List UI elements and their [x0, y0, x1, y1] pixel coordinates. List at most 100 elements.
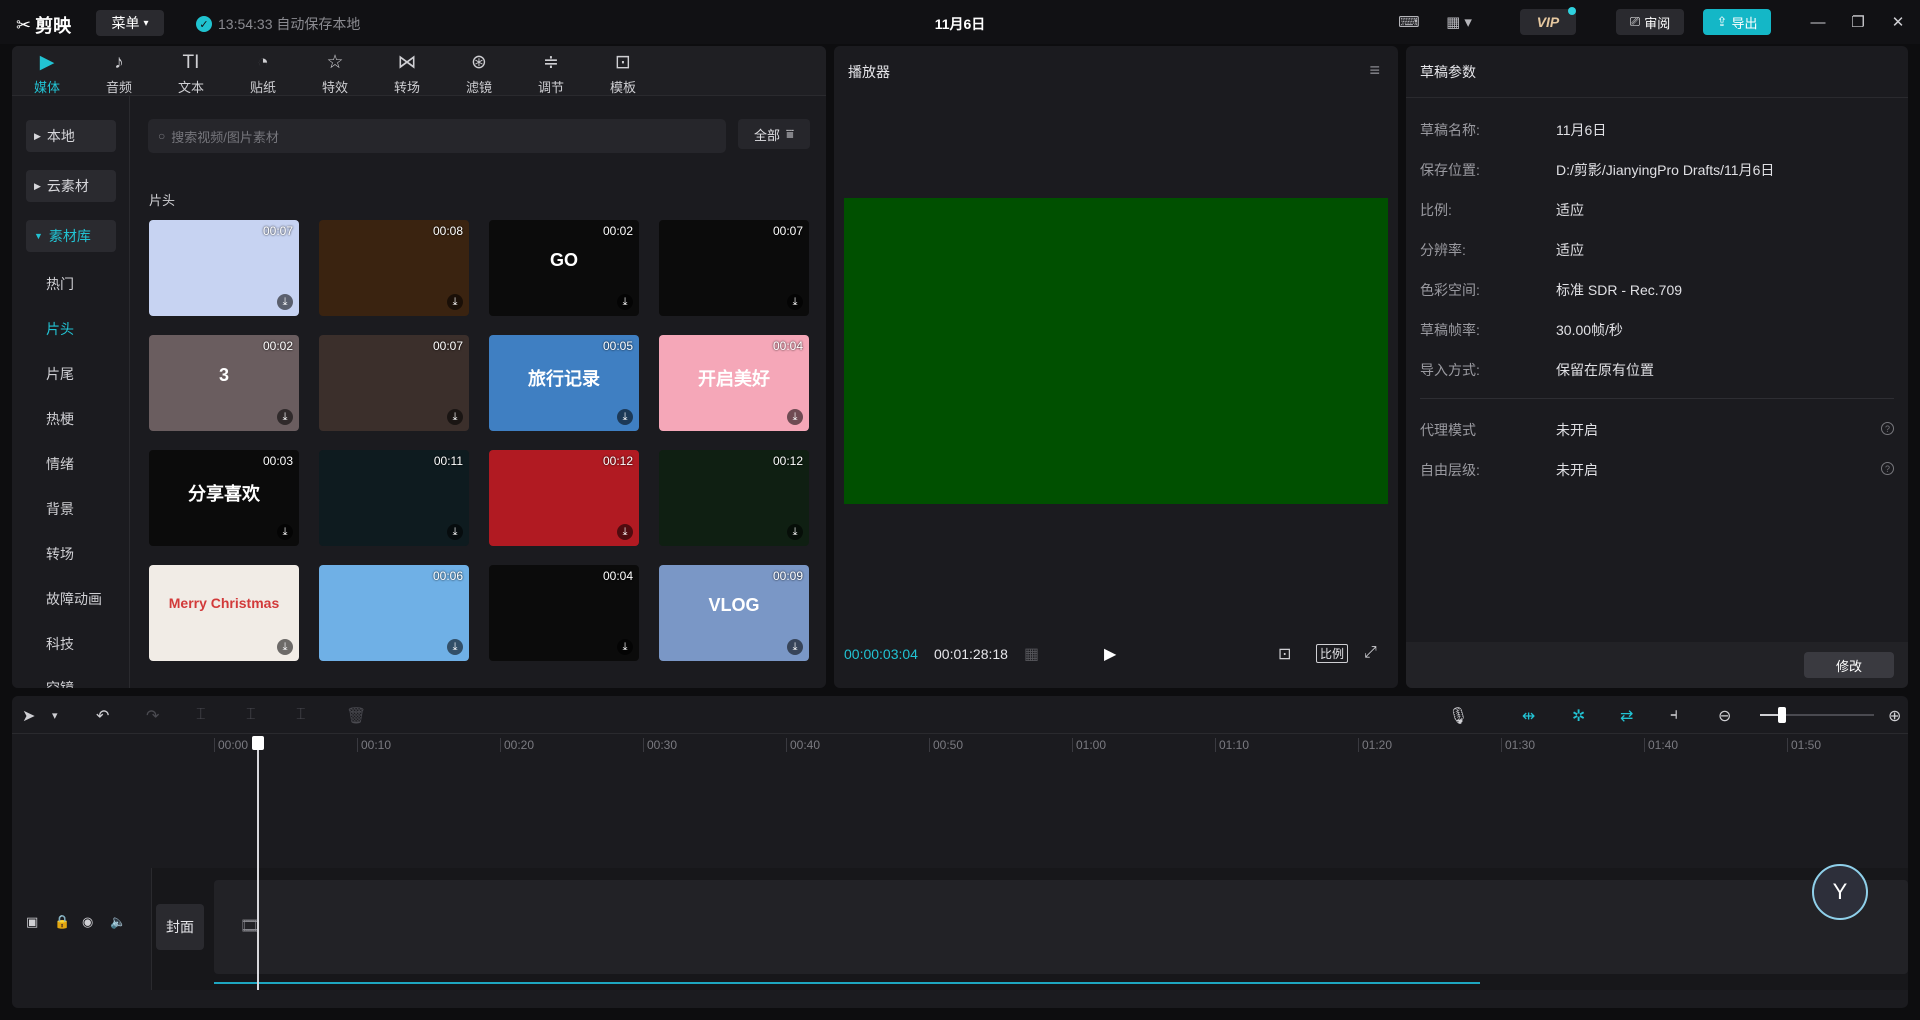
- download-icon[interactable]: ⤓: [787, 524, 803, 540]
- search-input[interactable]: ○ 搜索视频/图片素材: [148, 119, 726, 153]
- split-left-icon[interactable]: ⌶: [246, 706, 256, 724]
- help-icon[interactable]: ?: [1881, 462, 1894, 475]
- preview-axis-icon[interactable]: ⫞: [1670, 706, 1678, 724]
- preview-canvas[interactable]: [844, 198, 1388, 504]
- tab-text[interactable]: TI 文本: [166, 52, 216, 96]
- menu-button[interactable]: 菜单 ▾: [96, 10, 164, 36]
- media-thumbnail[interactable]: Merry Christmas ⤓: [149, 565, 299, 661]
- close-icon[interactable]: ✕: [1888, 12, 1908, 32]
- sidebar-group-cloud[interactable]: ▶ 云素材: [26, 170, 116, 202]
- tab-media[interactable]: ▶ 媒体: [22, 52, 72, 96]
- media-thumbnail[interactable]: VLOG 00:09 ⤓: [659, 565, 809, 661]
- zoom-out-icon[interactable]: ⊖: [1718, 706, 1731, 726]
- tab-audio[interactable]: ♪ 音频: [94, 52, 144, 96]
- media-thumbnail[interactable]: 00:12 ⤓: [659, 450, 809, 546]
- filter-button[interactable]: 全部 ⩸: [738, 119, 810, 149]
- eye-icon[interactable]: ◉: [82, 914, 93, 930]
- download-icon[interactable]: ⤓: [617, 409, 633, 425]
- modify-button[interactable]: 修改: [1804, 652, 1894, 678]
- cover-button[interactable]: 封面: [156, 904, 204, 950]
- linkage-icon[interactable]: ⇄: [1620, 706, 1633, 726]
- sidebar-item-transition[interactable]: 转场: [46, 544, 74, 564]
- tab-sticker[interactable]: ◔ 贴纸: [238, 52, 288, 96]
- fullscreen-icon[interactable]: ⤢: [1364, 644, 1377, 662]
- playhead-line[interactable]: [257, 738, 259, 990]
- speaker-icon[interactable]: 🔈: [110, 914, 126, 930]
- screenshot-icon[interactable]: ⊡: [1278, 644, 1291, 664]
- keyboard-icon[interactable]: ⌨: [1396, 12, 1422, 32]
- delete-icon[interactable]: 🗑: [346, 706, 366, 726]
- download-icon[interactable]: ⤓: [787, 409, 803, 425]
- track-type-icon[interactable]: ▣: [26, 914, 38, 930]
- download-icon[interactable]: ⤓: [617, 294, 633, 310]
- assistant-floating-button[interactable]: Y: [1812, 864, 1868, 920]
- media-thumbnail[interactable]: GO 00:02 ⤓: [489, 220, 639, 316]
- media-thumbnail[interactable]: 00:11 ⤓: [319, 450, 469, 546]
- sidebar-group-local[interactable]: ▶ 本地: [26, 120, 116, 152]
- tab-effects[interactable]: ☆ 特效: [310, 52, 360, 96]
- zoom-in-icon[interactable]: ⊕: [1888, 706, 1901, 726]
- split-icon[interactable]: ⌶: [196, 706, 206, 724]
- timeline-grid-icon[interactable]: ▦: [1024, 644, 1039, 664]
- media-thumbnail[interactable]: 旅行记录 00:05 ⤓: [489, 335, 639, 431]
- select-tool-icon[interactable]: ➤: [22, 706, 35, 726]
- tab-template[interactable]: ⊡ 模板: [598, 52, 648, 96]
- zoom-slider-handle[interactable]: [1778, 707, 1786, 723]
- download-icon[interactable]: ⤓: [787, 639, 803, 655]
- download-icon[interactable]: ⤓: [617, 639, 633, 655]
- export-button[interactable]: ⇪ 导出: [1703, 9, 1771, 35]
- restore-icon[interactable]: ❐: [1848, 12, 1868, 32]
- download-icon[interactable]: ⤓: [277, 639, 293, 655]
- download-icon[interactable]: ⤓: [787, 294, 803, 310]
- sidebar-item-memes[interactable]: 热梗: [46, 409, 74, 429]
- main-track-lane[interactable]: 🎞: [214, 880, 1908, 974]
- sidebar-item-empty-shot[interactable]: 空镜: [46, 678, 74, 688]
- minimize-icon[interactable]: —: [1808, 12, 1828, 32]
- chevron-down-icon[interactable]: ▾: [52, 709, 58, 722]
- media-thumbnail[interactable]: 00:06 ⤓: [319, 565, 469, 661]
- layout-icon[interactable]: ▦ ▾: [1438, 12, 1480, 32]
- sidebar-item-intro[interactable]: 片头: [46, 319, 74, 339]
- split-right-icon[interactable]: ⌶: [296, 706, 306, 724]
- undo-icon[interactable]: ↶: [96, 706, 109, 726]
- auto-snap-icon[interactable]: ✲: [1572, 706, 1585, 726]
- redo-icon[interactable]: ↷: [146, 706, 159, 726]
- sidebar-item-background[interactable]: 背景: [46, 499, 74, 519]
- media-thumbnail[interactable]: 分享喜欢 00:03 ⤓: [149, 450, 299, 546]
- media-thumbnail[interactable]: 开启美好 00:04 ⤓: [659, 335, 809, 431]
- media-thumbnail[interactable]: 3 00:02 ⤓: [149, 335, 299, 431]
- tab-adjust[interactable]: ≑ 调节: [526, 52, 576, 96]
- play-button[interactable]: ▶: [1104, 644, 1116, 664]
- sidebar-item-tech[interactable]: 科技: [46, 634, 74, 654]
- lock-icon[interactable]: 🔒: [54, 914, 70, 930]
- media-thumbnail[interactable]: 00:04 ⤓: [489, 565, 639, 661]
- sidebar-item-outro[interactable]: 片尾: [46, 364, 74, 384]
- help-icon[interactable]: ?: [1881, 422, 1894, 435]
- media-thumbnail[interactable]: 00:08 ⤓: [319, 220, 469, 316]
- time-ruler[interactable]: 00:00 00:10 00:20 00:30 00:40 00:50 01:0…: [12, 734, 1908, 758]
- media-thumbnail[interactable]: 00:12 ⤓: [489, 450, 639, 546]
- sidebar-item-glitch[interactable]: 故障动画: [46, 589, 102, 609]
- review-button[interactable]: ⎚ 审阅: [1616, 9, 1684, 35]
- tab-transition[interactable]: ⋈ 转场: [382, 52, 432, 96]
- ratio-button[interactable]: 比例: [1316, 644, 1349, 663]
- download-icon[interactable]: ⤓: [277, 524, 293, 540]
- media-thumbnail[interactable]: 00:07 ⤓: [149, 220, 299, 316]
- download-icon[interactable]: ⤓: [277, 409, 293, 425]
- download-icon[interactable]: ⤓: [617, 524, 633, 540]
- sidebar-item-emotion[interactable]: 情绪: [46, 454, 74, 474]
- sidebar-item-hot[interactable]: 热门: [46, 274, 74, 294]
- download-icon[interactable]: ⤓: [447, 294, 463, 310]
- microphone-icon[interactable]: 🎙: [1448, 706, 1468, 726]
- download-icon[interactable]: ⤓: [447, 639, 463, 655]
- download-icon[interactable]: ⤓: [447, 409, 463, 425]
- tab-filter[interactable]: ⊛ 滤镜: [454, 52, 504, 96]
- media-thumbnail[interactable]: 00:07 ⤓: [319, 335, 469, 431]
- main-track-magnet-icon[interactable]: ⇹: [1522, 706, 1535, 726]
- download-icon[interactable]: ⤓: [277, 294, 293, 310]
- playhead-handle[interactable]: [252, 736, 264, 750]
- media-thumbnail[interactable]: 00:07 ⤓: [659, 220, 809, 316]
- sidebar-group-library[interactable]: ▼ 素材库: [26, 220, 116, 252]
- hamburger-menu-icon[interactable]: ≡: [1369, 60, 1380, 81]
- download-icon[interactable]: ⤓: [447, 524, 463, 540]
